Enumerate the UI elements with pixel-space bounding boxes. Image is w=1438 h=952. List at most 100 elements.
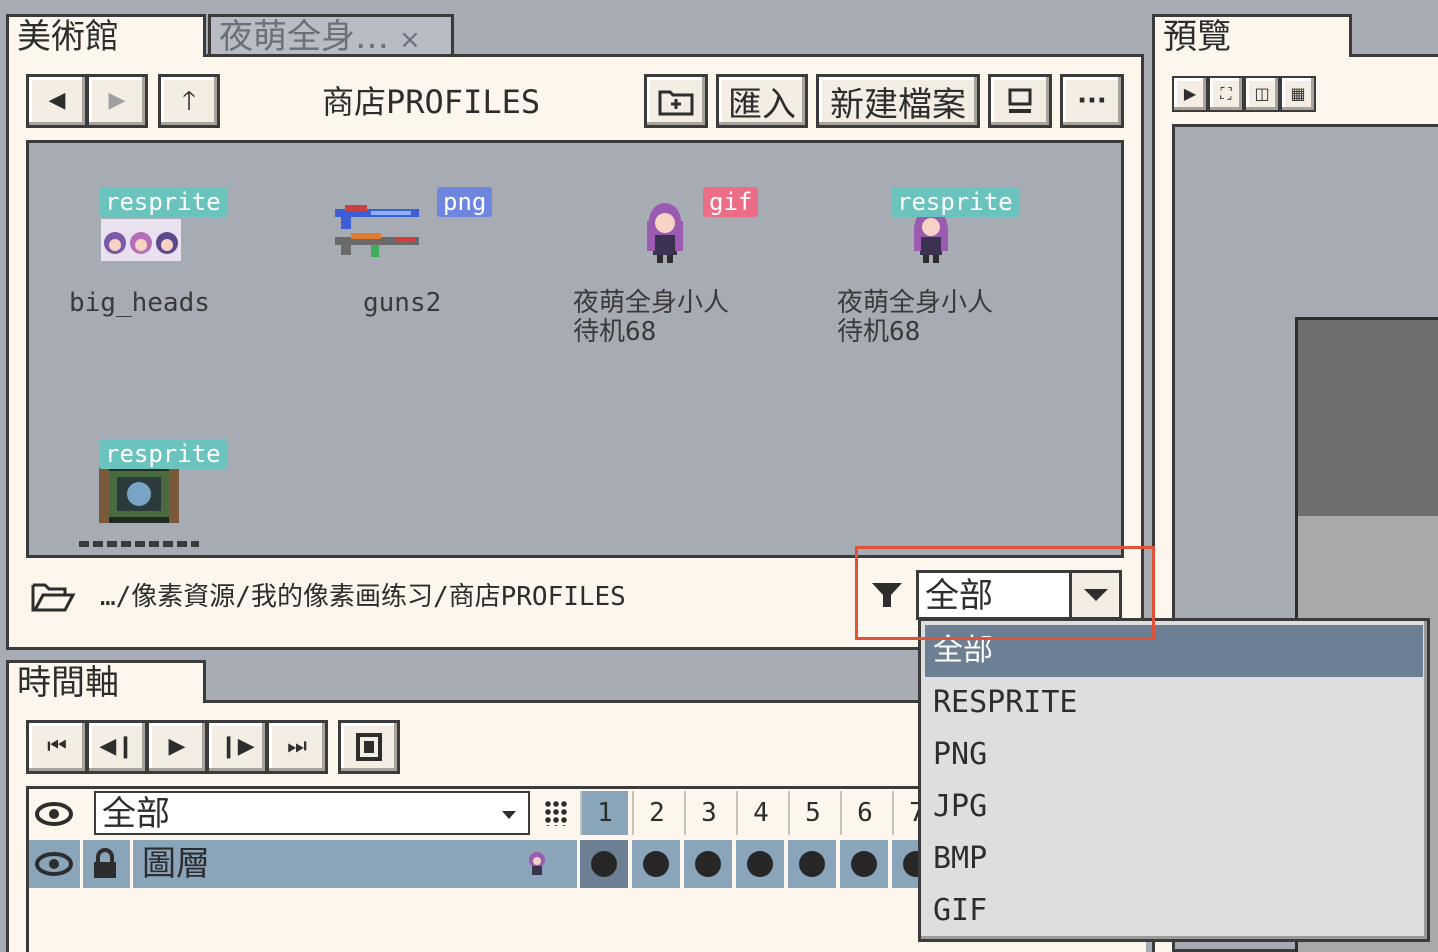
first-frame-button[interactable]: ⏮: [26, 720, 88, 774]
preview-grid-button[interactable]: ▦: [1280, 76, 1316, 112]
last-frame-button[interactable]: ⏭: [266, 720, 328, 774]
filter-option-resprite[interactable]: RESPRITE: [925, 677, 1423, 729]
eye-icon[interactable]: [34, 850, 74, 878]
asset-gallery[interactable]: resprite big_heads png guns2 gif 夜萌全身小人 …: [26, 140, 1124, 558]
tab-file[interactable]: 夜萌全身… ×: [208, 14, 454, 54]
type-badge: resprite: [99, 187, 227, 217]
guns-sprite-icon: [335, 205, 419, 257]
prev-frame-icon: ◀❙: [99, 734, 135, 759]
grid-dots-icon[interactable]: [544, 800, 568, 826]
chevron-down-icon: [502, 811, 516, 819]
folder-open-icon[interactable]: [30, 580, 76, 614]
frame-header-5[interactable]: 5: [788, 791, 836, 835]
new-folder-button[interactable]: [644, 74, 708, 128]
tab-gallery-label: 美術館: [17, 17, 119, 57]
more-button[interactable]: ···: [1060, 74, 1124, 128]
portrait-grid-icon: [101, 219, 181, 261]
new-file-button[interactable]: 新建檔案: [816, 74, 980, 128]
highlight-box: [855, 546, 1155, 640]
last-frame-icon: ⏭: [287, 734, 307, 759]
type-badge: gif: [703, 187, 759, 217]
frame-header-4[interactable]: 4: [736, 791, 784, 835]
divider: [80, 840, 83, 888]
tab-timeline-label: 時間軸: [17, 663, 119, 703]
preview-play-button[interactable]: ▶: [1172, 76, 1208, 112]
file-name: guns2: [363, 288, 442, 318]
frame-cell[interactable]: [788, 840, 836, 888]
thumbnail-big-heads[interactable]: [101, 213, 181, 265]
grid-icon: ▦: [1290, 84, 1306, 103]
import-button[interactable]: 匯入: [716, 74, 808, 128]
frame-header-2[interactable]: 2: [632, 791, 680, 835]
eye-icon[interactable]: [34, 800, 74, 828]
frame-cell[interactable]: [684, 840, 732, 888]
close-icon[interactable]: ×: [399, 25, 421, 54]
thumbnail-character-gif[interactable]: [641, 199, 689, 269]
preview-compare-button[interactable]: ◫: [1244, 76, 1280, 112]
play-icon: ▶: [168, 734, 186, 759]
file-name: big_heads: [69, 288, 210, 318]
lock-icon[interactable]: [92, 848, 118, 880]
fit-frame-icon: ⛶: [1220, 84, 1232, 103]
keyframe-dot: [643, 851, 669, 877]
first-frame-icon: ⏮: [47, 734, 67, 759]
thumbnail-profile-frame[interactable]: [99, 465, 179, 527]
monitor-icon: [1008, 88, 1032, 113]
arrow-up-icon: 🡑: [182, 86, 196, 116]
compare-icon: ◫: [1254, 84, 1270, 103]
next-frame-icon: ❙▶: [219, 734, 255, 759]
import-label: 匯入: [728, 84, 796, 125]
preview-fit-button[interactable]: ⛶: [1208, 76, 1244, 112]
triangle-right-icon: ▶: [108, 88, 126, 113]
type-badge: resprite: [891, 187, 1019, 217]
play-icon: ▶: [1183, 84, 1197, 103]
play-button[interactable]: ▶: [146, 720, 208, 774]
folder-plus-icon: [658, 90, 694, 116]
up-button[interactable]: 🡑: [158, 74, 220, 128]
view-mode-button[interactable]: [988, 74, 1052, 128]
type-badge: png: [437, 187, 493, 217]
triangle-left-icon: ◀: [48, 88, 66, 113]
tab-seam: [1155, 52, 1349, 58]
tab-preview-label: 預覽: [1163, 17, 1231, 57]
frame-header-1[interactable]: 1: [580, 791, 628, 835]
file-name-cropped: [79, 541, 199, 547]
keyframe-dot: [591, 851, 617, 877]
file-name: 夜萌全身小人 待机68: [837, 288, 994, 347]
current-path: …/像素資源/我的像素画练习/商店PROFILES: [100, 582, 626, 612]
frame-cell[interactable]: [840, 840, 888, 888]
frame-cell[interactable]: [580, 840, 628, 888]
filter-dropdown-menu: 全部 RESPRITE PNG JPG BMP GIF: [918, 618, 1430, 942]
next-frame-button[interactable]: ❙▶: [206, 720, 268, 774]
type-badge: resprite: [99, 439, 227, 469]
filter-option-png[interactable]: PNG: [925, 729, 1423, 781]
keyframe-dot: [851, 851, 877, 877]
profile-frame-sprite-icon: [99, 465, 179, 523]
preview-toolbar: ▶ ⛶ ◫ ▦: [1172, 76, 1320, 112]
frame-cell[interactable]: [736, 840, 784, 888]
frame-header-3[interactable]: 3: [684, 791, 732, 835]
thumbnail-guns2[interactable]: [331, 199, 423, 267]
filter-option-gif[interactable]: GIF: [925, 885, 1423, 937]
filter-option-jpg[interactable]: JPG: [925, 781, 1423, 833]
character-sprite-icon: [647, 203, 683, 263]
loop-button[interactable]: [338, 720, 400, 774]
divider: [130, 840, 133, 888]
frame-header-6[interactable]: 6: [840, 791, 888, 835]
keyframe-dot: [695, 851, 721, 877]
back-button[interactable]: ◀: [26, 74, 88, 128]
prev-frame-button[interactable]: ◀❙: [86, 720, 148, 774]
forward-button[interactable]: ▶: [86, 74, 148, 128]
keyframe-dot: [799, 851, 825, 877]
filter-option-bmp[interactable]: BMP: [925, 833, 1423, 885]
keyframe-dot: [747, 851, 773, 877]
layer-filter-select[interactable]: 全部: [94, 791, 530, 835]
folder-title: 商店PROFILES: [322, 83, 541, 121]
layer-name[interactable]: 圖層: [142, 842, 210, 886]
tab-seam: [9, 52, 203, 58]
frame-cell[interactable]: [632, 840, 680, 888]
tab-file-label: 夜萌全身…: [219, 17, 389, 54]
ellipsis-icon: ···: [1077, 86, 1107, 116]
new-file-label: 新建檔案: [830, 84, 966, 125]
file-name: 夜萌全身小人 待机68: [573, 288, 730, 347]
